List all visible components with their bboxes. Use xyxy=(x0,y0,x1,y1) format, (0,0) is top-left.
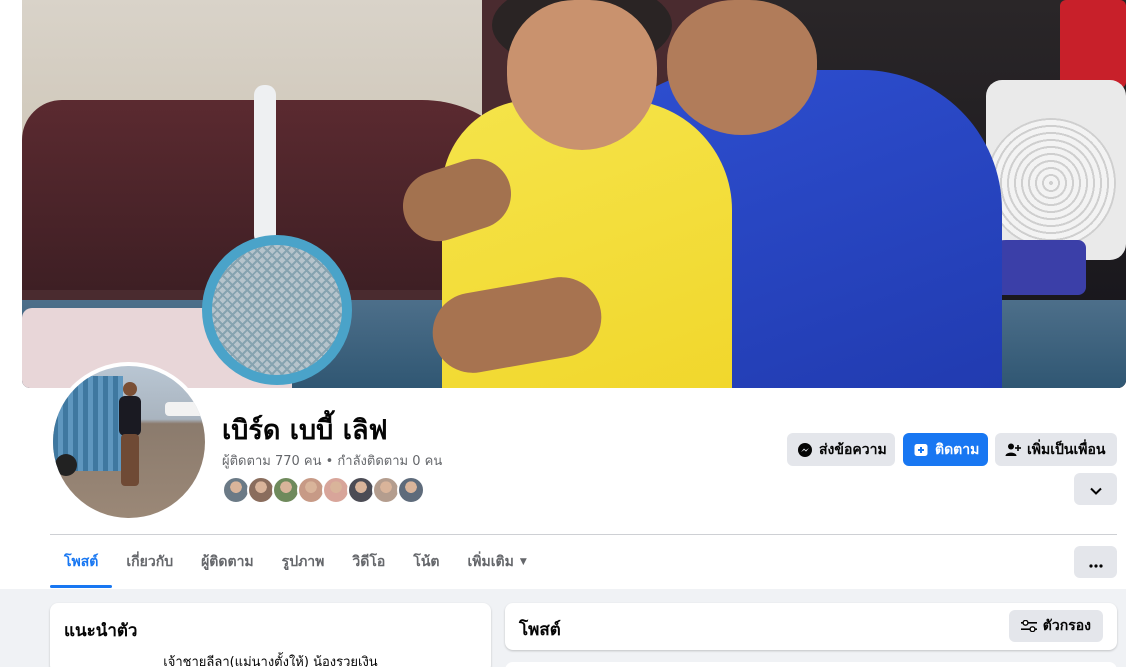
friend-avatar[interactable] xyxy=(372,476,400,504)
profile-tabs: โพสต์ เกี่ยวกับ ผู้ติดตาม รูปภาพ วิดีโอ … xyxy=(50,536,541,588)
tab-videos[interactable]: วิดีโอ xyxy=(338,536,399,588)
friend-avatar[interactable] xyxy=(297,476,325,504)
more-options-button[interactable] xyxy=(1074,473,1117,505)
intro-title: แนะนำตัว xyxy=(64,621,138,641)
tabs-more-button[interactable] xyxy=(1074,546,1117,578)
friend-avatar[interactable] xyxy=(247,476,275,504)
cover-photo[interactable] xyxy=(22,0,1126,388)
add-friend-label: เพิ่มเป็นเพื่อน xyxy=(1027,441,1106,458)
friend-avatar[interactable] xyxy=(347,476,375,504)
tab-posts[interactable]: โพสต์ xyxy=(50,536,113,588)
chevron-down-icon xyxy=(1089,480,1102,499)
post-card xyxy=(505,662,1117,667)
profile-name: เบิร์ด เบบี้ เลิฟ xyxy=(222,415,388,446)
add-friend-icon xyxy=(1005,442,1021,458)
follow-button[interactable]: ติดตาม xyxy=(903,433,988,466)
posts-title: โพสต์ xyxy=(519,620,561,640)
tab-more[interactable]: เพิ่มเติม ▼ xyxy=(453,536,540,588)
profile-avatar[interactable] xyxy=(49,362,209,522)
friend-avatar[interactable] xyxy=(272,476,300,504)
friend-avatars[interactable] xyxy=(222,476,425,506)
filter-icon xyxy=(1020,620,1037,632)
message-button[interactable]: ส่งข้อความ xyxy=(787,433,895,466)
follow-icon xyxy=(913,442,929,458)
profile-page: เบิร์ด เบบี้ เลิฟ ผู้ติดตาม 770 คน • กำล… xyxy=(0,0,1126,667)
ellipsis-icon xyxy=(1088,553,1103,572)
intro-bio: เจ้าชายลีลา(แม่นางตั้งให้) น้องรวยเงิน xyxy=(163,655,378,667)
filter-label: ตัวกรอง xyxy=(1042,618,1091,634)
posts-header-card: โพสต์ ตัวกรอง xyxy=(505,603,1117,650)
tab-photos[interactable]: รูปภาพ xyxy=(268,536,339,588)
tab-followers[interactable]: ผู้ติดตาม xyxy=(187,536,268,588)
add-friend-button[interactable]: เพิ่มเป็นเพื่อน xyxy=(995,433,1117,466)
filter-button[interactable]: ตัวกรอง xyxy=(1008,610,1103,642)
avatar-photo xyxy=(53,366,205,518)
caret-down-icon: ▼ xyxy=(519,557,527,567)
intro-card: แนะนำตัว เจ้าชายลีลา(แม่นางตั้งให้) น้อง… xyxy=(50,603,491,667)
tab-about[interactable]: เกี่ยวกับ xyxy=(112,536,187,588)
tab-notes[interactable]: โน้ต xyxy=(399,536,453,588)
section-divider xyxy=(50,534,1117,535)
follow-label: ติดตาม xyxy=(935,441,980,458)
friend-avatar[interactable] xyxy=(322,476,350,504)
friend-avatar[interactable] xyxy=(222,476,250,504)
messenger-icon xyxy=(797,442,813,458)
follower-stats[interactable]: ผู้ติดตาม 770 คน • กำลังติดตาม 0 คน xyxy=(222,450,442,471)
message-label: ส่งข้อความ xyxy=(819,441,887,458)
friend-avatar[interactable] xyxy=(397,476,425,504)
